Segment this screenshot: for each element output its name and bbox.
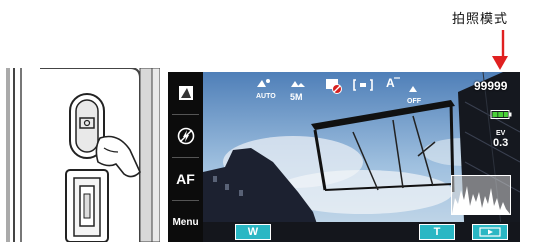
flash-off-icon (177, 127, 194, 145)
off-indicator-icon (409, 86, 417, 92)
scene-auto-indicator: AUTO (256, 75, 276, 100)
ev-label: EV (495, 130, 506, 137)
zoom-wide-button[interactable]: W (235, 224, 271, 240)
histogram (451, 175, 511, 215)
menu-button[interactable]: Menu (168, 201, 203, 242)
battery-icon (490, 110, 512, 119)
quality-no-icon (326, 79, 342, 94)
playback-icon (479, 227, 501, 237)
af-label: AF (176, 171, 195, 187)
focus-mode-icon: A (386, 76, 400, 90)
ev-value: 0.3 (493, 137, 509, 149)
playback-button[interactable] (472, 224, 508, 240)
scene-mode-button[interactable] (168, 72, 203, 114)
menu-label: Menu (172, 216, 199, 228)
scene-auto-label: AUTO (256, 93, 276, 100)
off-indicator-label: OFF (407, 98, 421, 105)
resolution-label: 5M (290, 92, 303, 102)
focus-mode-indicator: A (385, 75, 401, 93)
scene-mode-icon (178, 86, 193, 100)
camera-body-illustration (6, 68, 160, 242)
af-button[interactable]: AF (168, 158, 203, 200)
callout-label: 拍照模式 (452, 12, 509, 27)
zoom-tele-button[interactable]: T (419, 224, 455, 240)
scene-auto-icon (257, 79, 270, 87)
metering-icon (353, 79, 373, 91)
shots-remaining: 99999 (474, 79, 508, 93)
exposure-value: EV 0.3 (493, 130, 508, 149)
flash-button[interactable] (168, 115, 203, 157)
svg-text:A: A (386, 76, 395, 88)
camera-screen: AF Menu AUTO 5M A OFF 99999 EV 0.3 W T (168, 72, 520, 242)
arrow-head-icon (492, 56, 508, 70)
top-status-bar: AUTO 5M A OFF 99999 (203, 72, 520, 105)
resolution-icon (291, 81, 305, 87)
resolution-indicator: 5M (290, 75, 306, 102)
off-indicator: OFF (407, 80, 421, 105)
